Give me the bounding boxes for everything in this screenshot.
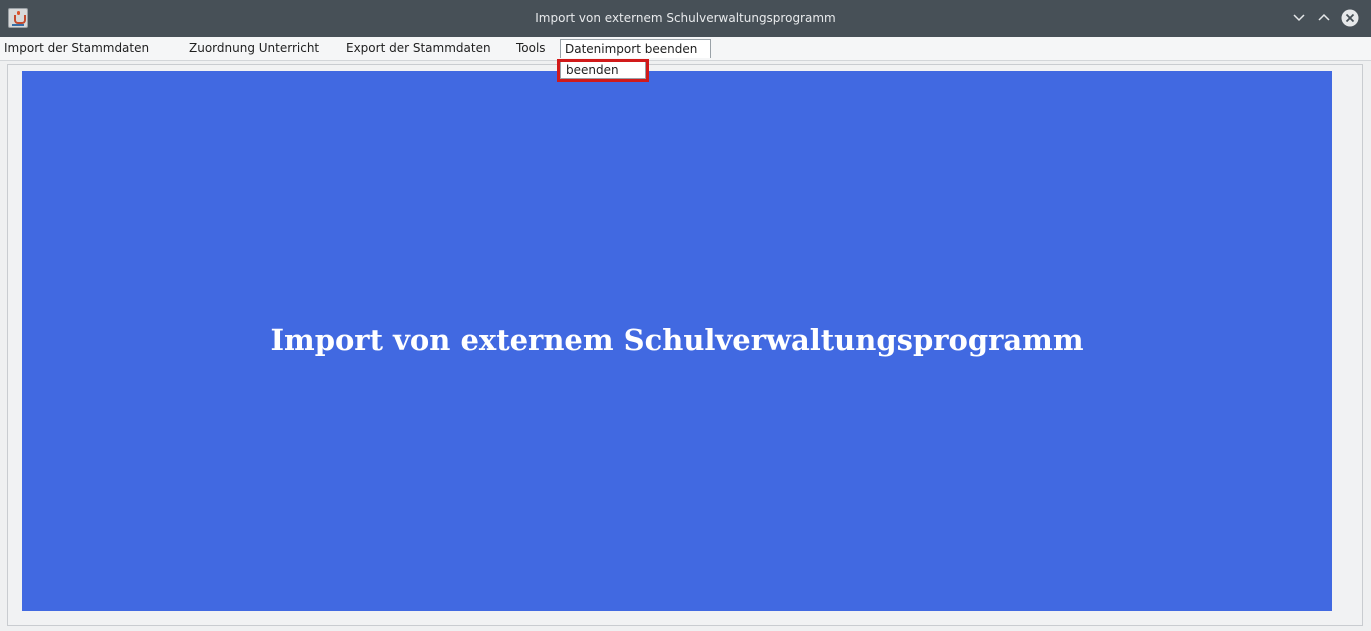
menu-export-stammdaten[interactable]: Export der Stammdaten (346, 39, 491, 58)
menu-tools[interactable]: Tools (516, 39, 546, 58)
menu-datenimport-beenden[interactable]: Datenimport beenden (560, 39, 711, 58)
chevron-down-icon (1293, 14, 1305, 22)
title-bar[interactable]: Import von externem Schulverwaltungsprog… (0, 0, 1371, 37)
window-title: Import von externem Schulverwaltungsprog… (535, 11, 836, 25)
maximize-button[interactable] (1315, 9, 1333, 27)
menu-bar: Import der Stammdaten Zuordnung Unterric… (0, 37, 1371, 60)
application-window: Import von externem Schulverwaltungsprog… (0, 0, 1371, 631)
close-circle-icon (1341, 9, 1359, 27)
menu-item-beenden[interactable]: beenden (566, 62, 619, 79)
chevron-up-icon (1318, 13, 1330, 21)
menu-zuordnung-unterricht[interactable]: Zuordnung Unterricht (189, 39, 319, 58)
banner-panel: Import von externem Schulverwaltungsprog… (22, 71, 1332, 611)
minimize-button[interactable] (1290, 9, 1308, 27)
close-button[interactable] (1341, 9, 1359, 27)
menubar-divider (0, 60, 1371, 61)
dropdown-menu: beenden (560, 61, 646, 79)
banner-title: Import von externem Schulverwaltungsprog… (270, 323, 1084, 357)
menu-import-stammdaten[interactable]: Import der Stammdaten (4, 39, 149, 58)
